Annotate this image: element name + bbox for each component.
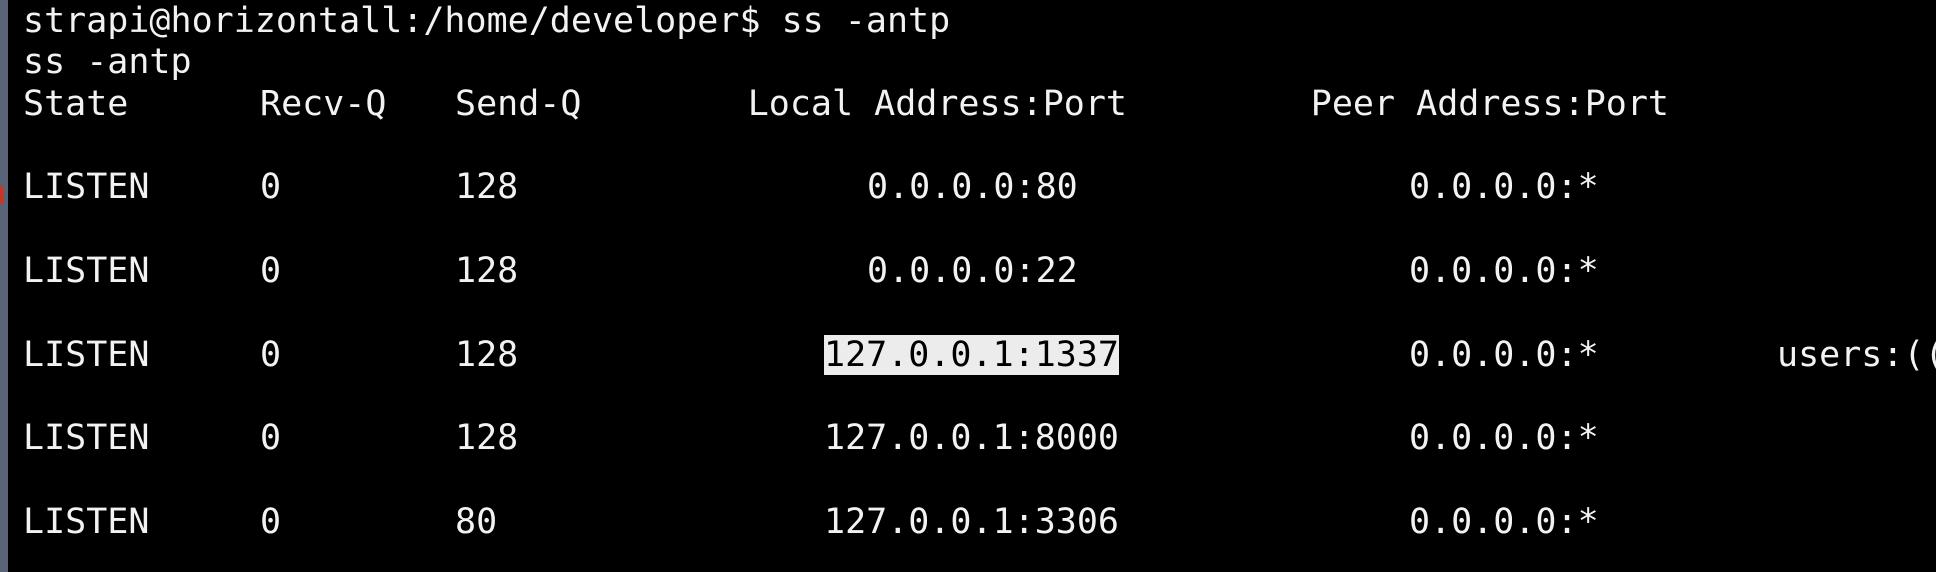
recv-q-cell: 0 (260, 167, 282, 207)
header-state: State (23, 84, 129, 124)
state-cell: LISTEN (23, 418, 150, 458)
header-local-address: Local Address:Port (747, 84, 1127, 124)
local-address-cell: 0.0.0.0:80 (867, 167, 1078, 207)
send-q-cell: 128 (455, 335, 519, 375)
local-address-cell: 0.0.0.0:22 (867, 251, 1078, 291)
selected-local-address[interactable]: 127.0.0.1:1337 (824, 335, 1120, 375)
send-q-cell: 128 (455, 418, 519, 458)
send-q-cell: 80 (455, 502, 498, 542)
state-cell: LISTEN (23, 335, 150, 375)
header-recv-q: Recv-Q (260, 84, 387, 124)
window-edge (0, 0, 8, 572)
send-q-cell: 128 (455, 251, 519, 291)
recv-q-cell: 0 (260, 418, 282, 458)
terminal-window[interactable]: strapi@horizontall:/home/developer$ ss -… (0, 0, 1936, 572)
recv-q-cell: 0 (260, 502, 282, 542)
recv-q-cell: 0 (260, 251, 282, 291)
peer-address-cell: 0.0.0.0:* (1409, 167, 1599, 207)
peer-address-cell: 0.0.0.0:* (1409, 418, 1599, 458)
peer-address-cell: 0.0.0.0:* (1409, 251, 1599, 291)
peer-address-cell: 0.0.0.0:* (1409, 335, 1599, 375)
prompt-line: strapi@horizontall:/home/developer$ ss -… (23, 1, 951, 41)
command-echo-line: ss -antp (23, 42, 192, 82)
peer-address-cell: 0.0.0.0:* (1409, 502, 1599, 542)
header-peer-address: Peer Address:Port (1310, 84, 1669, 124)
state-cell: LISTEN (23, 502, 150, 542)
send-q-cell: 128 (455, 167, 519, 207)
state-cell: LISTEN (23, 251, 150, 291)
local-address-cell: 127.0.0.1:3306 (824, 502, 1120, 542)
window-edge-marker (0, 185, 4, 203)
local-address-cell: 127.0.0.1:8000 (824, 418, 1120, 458)
header-send-q: Send-Q (455, 84, 582, 124)
state-cell: LISTEN (23, 167, 150, 207)
process-cell: users:(( (1777, 335, 1936, 375)
recv-q-cell: 0 (260, 335, 282, 375)
